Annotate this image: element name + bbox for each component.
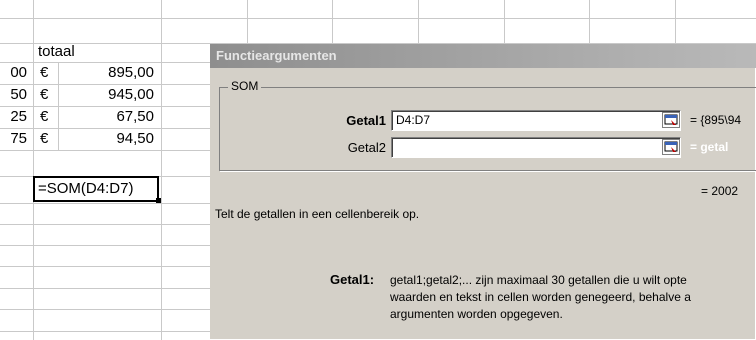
help-text-line: getal1;getal2;... zijn maximaal 30 getal… [390,273,687,287]
cell-amount[interactable]: 945,00 [70,86,154,104]
column-header-totaal[interactable]: totaal [38,43,75,61]
function-description: Telt de getallen in een cellenbereik op. [215,207,420,221]
gridline [161,0,162,340]
cell-currency[interactable]: € [40,64,48,82]
arg-label-getal1: Getal1 [346,113,386,128]
getal2-input[interactable] [391,137,681,158]
help-text-line: argumenten worden opgegeven. [390,307,563,321]
getal1-input[interactable]: D4:D7 [391,110,681,131]
dialog-titlebar[interactable]: Functieargumenten [210,44,756,68]
help-text-line: waarden en tekst in cellen worden genege… [390,290,691,304]
help-arg-label: Getal1: [330,272,375,287]
cell-prefix[interactable]: 75 [0,130,27,148]
cell-prefix[interactable]: 00 [0,64,27,82]
dialog-title: Functieargumenten [216,48,337,63]
arg-label-getal2: Getal2 [347,140,386,155]
active-cell-formula[interactable]: =SOM(D4:D7) [33,176,159,202]
cell-amount[interactable]: 895,00 [70,64,154,82]
collapse-dialog-icon[interactable] [662,139,680,155]
cell-prefix[interactable]: 50 [0,86,27,104]
function-arguments-dialog: Functieargumenten SOM Getal1 D4:D7 = {89… [210,44,756,340]
fill-handle[interactable] [156,198,161,203]
gridline [58,62,59,150]
cell-amount[interactable]: 67,50 [70,108,154,126]
gridline [33,0,34,340]
getal1-result: = {895\94 [690,113,742,127]
cell-currency[interactable]: € [40,86,48,104]
function-name-label: SOM [228,79,262,93]
formula-result: = 2002 [701,184,739,198]
cell-prefix[interactable]: 25 [0,108,27,126]
gridline [0,18,756,19]
cell-amount[interactable]: 94,50 [70,130,154,148]
collapse-dialog-icon[interactable] [662,112,680,128]
getal2-result: = getal [690,140,729,154]
cell-currency[interactable]: € [40,130,48,148]
cell-currency[interactable]: € [40,108,48,126]
